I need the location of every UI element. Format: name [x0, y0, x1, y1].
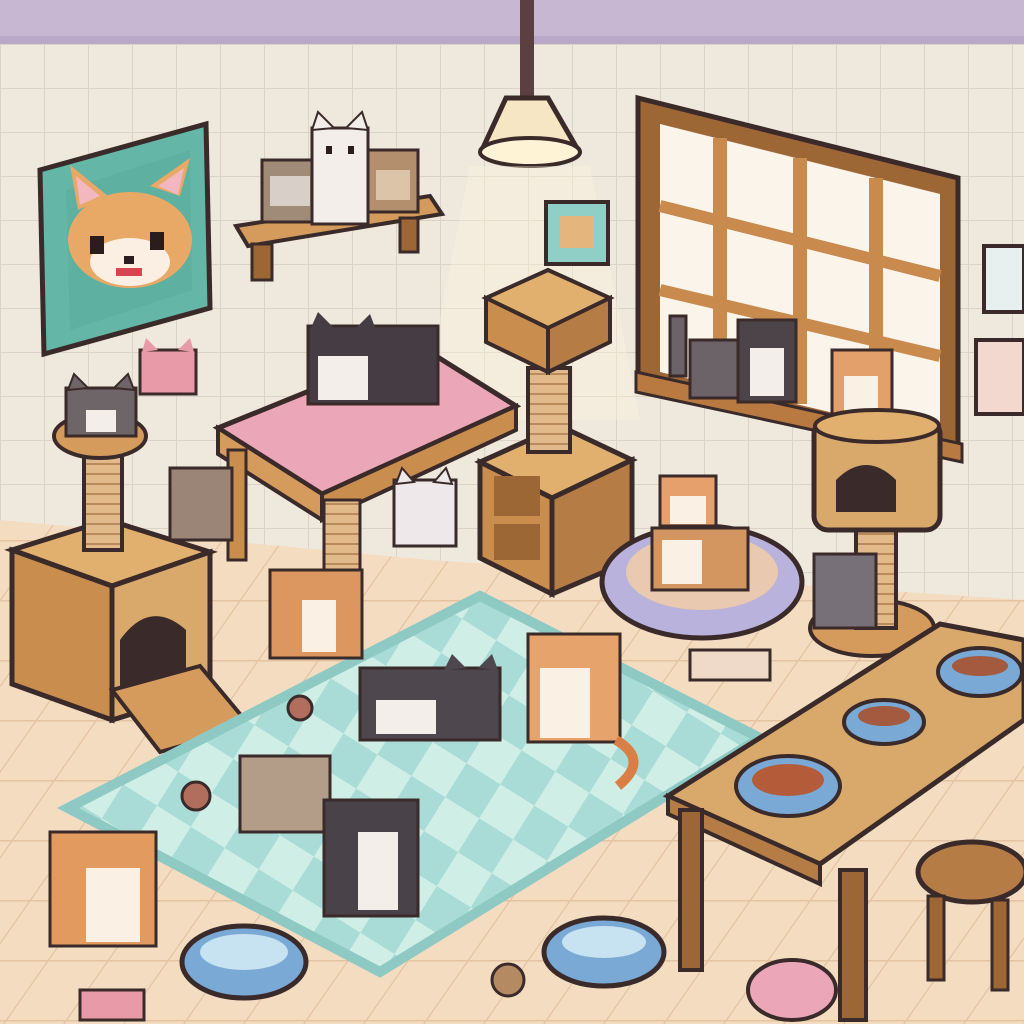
orange-cat-sitting-center — [268, 568, 364, 660]
pink-toy-front-icon — [78, 988, 146, 1022]
cat-in-bed-orange — [658, 474, 718, 528]
orange-cat-front-left — [48, 830, 158, 948]
window-cat-tuxedo — [736, 318, 798, 404]
cat-under-table-white — [392, 466, 458, 548]
water-bowl-left-icon — [179, 923, 309, 1001]
scene-canvas — [0, 0, 1024, 1024]
shelf-cat-white — [310, 110, 370, 226]
small-picture-frame-icon — [544, 200, 610, 266]
grey-cat-by-tree — [812, 552, 878, 630]
tuxedo-cat-sitting-rug — [322, 798, 420, 918]
cat-under-table-tabby — [168, 466, 234, 542]
shelf-cat-tabby — [260, 158, 320, 224]
cat-in-bed-calico — [650, 526, 750, 592]
pink-cushion-icon — [746, 958, 838, 1022]
tuxedo-cat-on-bed — [306, 312, 440, 406]
water-bowl-center-icon — [541, 915, 667, 989]
tuxedo-cat-lying-rug — [358, 654, 502, 742]
tabby-cat-rug — [238, 754, 332, 834]
fish-toy-icon — [688, 648, 772, 682]
shelf-cat-brown — [366, 148, 420, 214]
cat-cafe-scene — [0, 0, 1024, 1024]
